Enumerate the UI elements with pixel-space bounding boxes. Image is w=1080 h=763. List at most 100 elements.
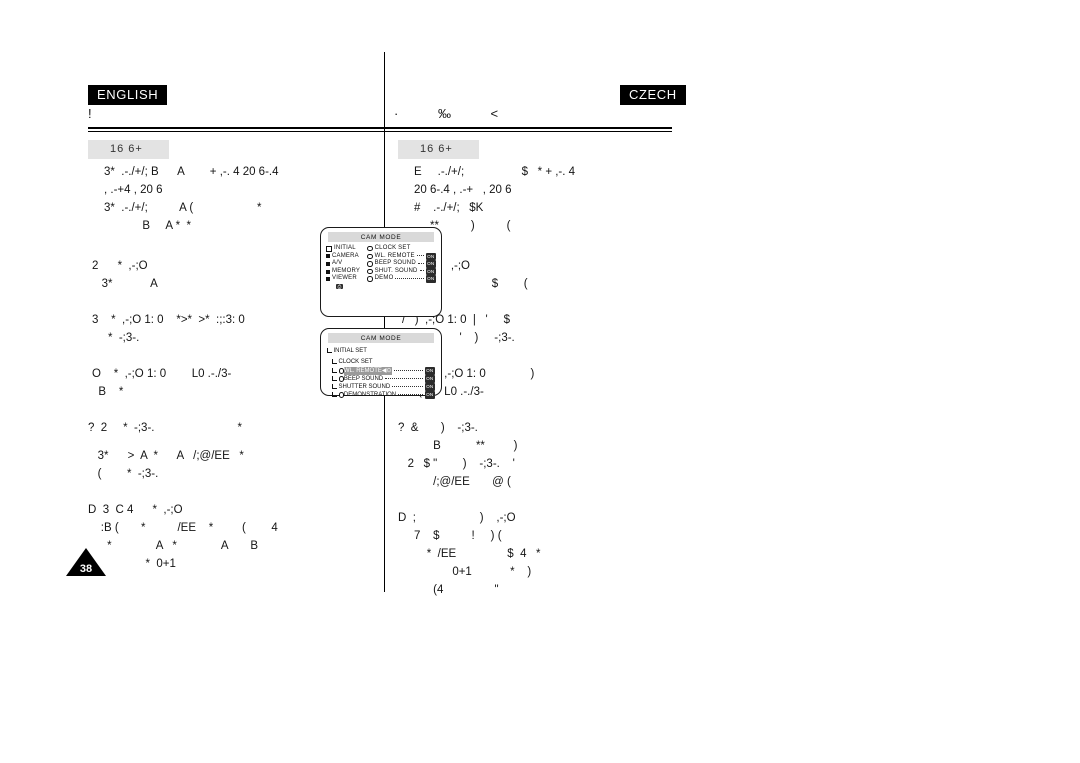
header-rule-thick bbox=[88, 127, 672, 129]
paragraph-line: ( * -;3-. bbox=[88, 468, 159, 480]
status-badge: ON bbox=[424, 391, 435, 399]
circle-icon bbox=[367, 268, 373, 275]
osd-option-label: DEMONSTRATION bbox=[343, 392, 397, 398]
page-title-right: · ‰ < bbox=[394, 106, 517, 121]
leader-dots bbox=[393, 369, 423, 371]
osd-title: CAM MODE bbox=[328, 333, 434, 343]
paragraph-line: 0+1 * ) bbox=[398, 566, 532, 578]
status-badge: ON bbox=[424, 375, 435, 383]
osd-menu-item-initial[interactable]: INITIAL bbox=[326, 245, 367, 253]
osd-option-demo[interactable]: DEMO ON bbox=[367, 275, 436, 283]
osd-option-clock-set[interactable]: CLOCK SET bbox=[327, 358, 435, 366]
osd-option-label: DEMO bbox=[374, 275, 394, 282]
osd-body: INITIAL CAMERA A/V MEMORY VIEWER ⎙ CLOCK… bbox=[321, 245, 441, 292]
paragraph-line: 2 $ " ) -;3-. ' bbox=[398, 458, 515, 470]
osd-option-demonstration[interactable]: DEMONSTRATION ON bbox=[327, 391, 435, 399]
status-badge: ON bbox=[425, 260, 436, 268]
paragraph-line: ? & ) -;3-. bbox=[398, 422, 478, 434]
paragraph-line: /;@/EE @ ( bbox=[398, 476, 511, 488]
tree-branch-icon bbox=[332, 368, 337, 373]
tree-branch-icon bbox=[327, 348, 332, 353]
paragraph-line: 3* .-./+/; B A + ,-. 4 20 6-.4 bbox=[104, 166, 279, 178]
osd-menu-item-label: INITIAL bbox=[334, 245, 356, 251]
osd-menu-item-viewer[interactable]: VIEWER bbox=[326, 275, 367, 283]
paragraph-line: / ) ,-;O 1: 0 | ' $ bbox=[402, 314, 511, 326]
language-badge-english: ENGLISH bbox=[88, 85, 168, 105]
osd-selection-marker: ◀⊙ bbox=[381, 367, 392, 375]
circle-icon bbox=[367, 261, 373, 267]
osd-submenu-header: INITIAL SET bbox=[327, 347, 435, 355]
osd-option-clock-set[interactable]: CLOCK SET bbox=[367, 245, 436, 253]
page-title-row: ! · ‰ < bbox=[88, 106, 672, 128]
paragraph-line: , .-+4 , 20 6 bbox=[104, 184, 163, 196]
osd-menu-item-label: A/V bbox=[332, 260, 343, 267]
osd-menu-item-memory[interactable]: MEMORY bbox=[326, 268, 367, 276]
status-badge: ON bbox=[425, 275, 436, 283]
osd-menu-item-camera[interactable]: CAMERA bbox=[326, 253, 367, 261]
paragraph-line: 3* > A * A /;@/EE * bbox=[88, 450, 244, 462]
osd-screenshot-cam-mode-main: CAM MODE INITIAL CAMERA A/V MEMORY VIEWE… bbox=[320, 227, 442, 317]
circle-icon bbox=[367, 246, 373, 252]
paragraph-line: 20 6-.4 , .-+ , 20 6 bbox=[414, 184, 512, 196]
paragraph-line: * 0+1 bbox=[88, 558, 176, 570]
leader-dots bbox=[419, 270, 424, 272]
paragraph-line: (4 " bbox=[398, 584, 499, 596]
leader-dots bbox=[385, 377, 423, 379]
leader-dots bbox=[416, 255, 424, 257]
paragraph-line: :B ( * /EE * ( 4 bbox=[88, 522, 278, 534]
leader-dots bbox=[395, 277, 424, 279]
osd-submenu-header-label: INITIAL SET bbox=[333, 348, 367, 354]
osd-title: CAM MODE bbox=[328, 232, 434, 242]
square-filled-icon bbox=[326, 269, 330, 274]
osd-option-shut-sound[interactable]: SHUT. SOUND ON bbox=[367, 267, 436, 276]
status-badge: ON bbox=[425, 267, 436, 276]
tree-branch-icon bbox=[332, 392, 337, 397]
circle-icon bbox=[367, 253, 373, 260]
paragraph-line: E .-./+/; $ * + ,-. 4 bbox=[414, 166, 576, 178]
osd-option-beep-sound[interactable]: BEEP SOUND ON bbox=[367, 260, 436, 268]
square-filled-icon bbox=[326, 254, 330, 259]
section-header-english: 16 6+ bbox=[88, 140, 169, 159]
osd-option-shutter-sound[interactable]: SHUTTER SOUND ON bbox=[327, 383, 435, 391]
osd-screenshot-initial-set: CAM MODE INITIAL SET CLOCK SET WL. REMOT… bbox=[320, 328, 442, 399]
paragraph-line: B ** ) bbox=[398, 440, 518, 452]
tree-branch-icon bbox=[332, 384, 337, 389]
osd-body: INITIAL SET CLOCK SET WL. REMOTE ◀⊙ ON B… bbox=[321, 346, 441, 399]
osd-option-label: SHUTTER SOUND bbox=[338, 384, 391, 390]
leader-dots bbox=[398, 393, 423, 395]
osd-option-label: CLOCK SET bbox=[374, 245, 411, 251]
paragraph-line: 3* .-./+/; A ( * bbox=[104, 202, 262, 214]
tree-branch-icon bbox=[332, 376, 337, 381]
square-filled-icon bbox=[326, 277, 330, 282]
header-rule-thin bbox=[88, 131, 672, 132]
osd-option-beep-sound[interactable]: BEEP SOUND ON bbox=[327, 375, 435, 383]
osd-option-label: BEEP SOUND bbox=[343, 376, 384, 382]
osd-menu-item-label: MEMORY bbox=[332, 267, 361, 274]
paragraph-line: * A * A B bbox=[88, 540, 259, 552]
circle-icon bbox=[367, 276, 373, 282]
page-number: 38 bbox=[79, 563, 93, 575]
tree-branch-icon bbox=[332, 359, 337, 364]
paragraph-line: 3 * ,-;O 1: 0 *>* >* :;:3: 0 bbox=[92, 314, 245, 326]
osd-option-label: SHUT. SOUND bbox=[374, 267, 418, 274]
osd-exit-icon[interactable]: ⎙ bbox=[326, 283, 367, 292]
column-divider bbox=[384, 52, 385, 592]
page-title-left: ! bbox=[88, 106, 92, 121]
status-badge: ON bbox=[424, 383, 435, 391]
status-badge: ON bbox=[425, 252, 436, 261]
paragraph-line: # .-./+/; $K bbox=[414, 202, 484, 214]
osd-option-label: BEEP SOUND bbox=[374, 260, 416, 267]
osd-option-label: CLOCK SET bbox=[338, 359, 373, 365]
square-open-icon bbox=[326, 245, 332, 252]
osd-left-pane: INITIAL CAMERA A/V MEMORY VIEWER ⎙ bbox=[326, 245, 367, 292]
status-badge: ON bbox=[424, 367, 435, 375]
osd-option-wl-remote[interactable]: WL. REMOTE ◀⊙ ON bbox=[327, 367, 435, 375]
language-badge-czech: CZECH bbox=[620, 85, 686, 105]
osd-option-wl-remote[interactable]: WL. REMOTE ON bbox=[367, 252, 436, 261]
osd-menu-item-av[interactable]: A/V bbox=[326, 260, 367, 268]
paragraph-line: D 3 C 4 * ,-;O bbox=[88, 504, 183, 516]
osd-option-label: WL. REMOTE bbox=[343, 367, 382, 375]
paragraph-line: 7 $ ! ) ( bbox=[398, 530, 502, 542]
osd-menu-item-label: VIEWER bbox=[332, 275, 357, 282]
paragraph-line: D ; ) ,-;O bbox=[398, 512, 516, 524]
